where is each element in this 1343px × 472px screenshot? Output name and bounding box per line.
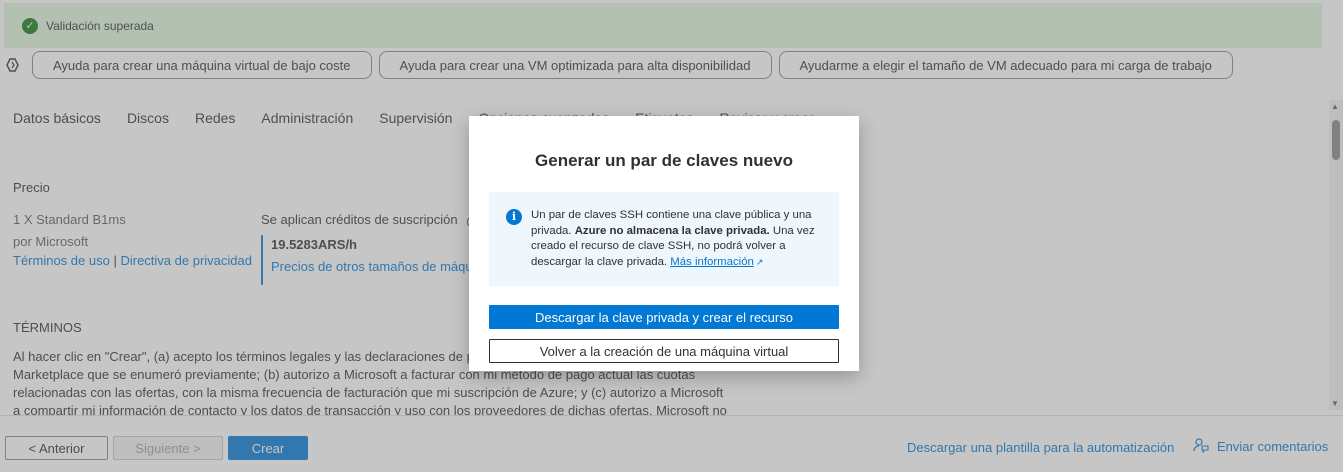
info-message-box: i Un par de claves SSH contiene una clav… — [489, 192, 839, 286]
learn-more-link[interactable]: Más información — [670, 256, 754, 268]
generate-key-pair-dialog: Generar un par de claves nuevo i Un par … — [469, 116, 859, 371]
info-bold-text: Azure no almacena la clave privada. — [574, 224, 770, 237]
return-to-vm-creation-button[interactable]: Volver a la creación de una máquina virt… — [489, 339, 839, 363]
external-link-icon: ↗ — [755, 256, 764, 267]
download-private-key-button[interactable]: Descargar la clave privada y crear el re… — [489, 305, 839, 329]
info-icon: i — [506, 209, 522, 225]
dialog-title: Generar un par de claves nuevo — [535, 151, 793, 170]
